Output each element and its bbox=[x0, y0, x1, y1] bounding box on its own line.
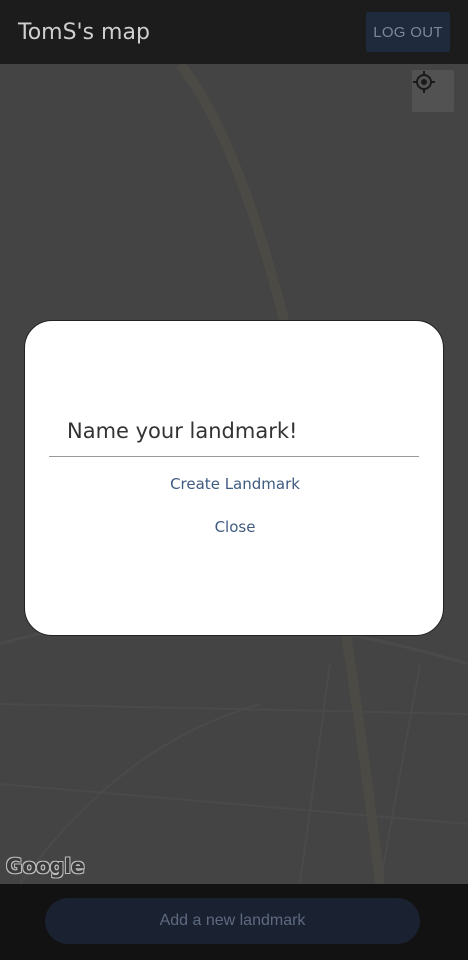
add-landmark-button[interactable]: Add a new landmark bbox=[45, 898, 420, 944]
create-landmark-button[interactable]: Create Landmark bbox=[25, 471, 445, 497]
my-location-icon bbox=[413, 71, 435, 93]
landmark-name-input[interactable] bbox=[49, 405, 419, 457]
bottom-bar: Add a new landmark bbox=[0, 884, 468, 960]
create-landmark-dialog: Create Landmark Close bbox=[24, 320, 444, 636]
logout-button[interactable]: LOG OUT bbox=[366, 12, 450, 52]
my-location-button[interactable] bbox=[412, 70, 454, 112]
google-logo: Google bbox=[6, 854, 85, 878]
app-bar: TomS's map LOG OUT bbox=[0, 0, 468, 64]
close-button[interactable]: Close bbox=[25, 514, 445, 540]
page-title: TomS's map bbox=[18, 19, 150, 45]
